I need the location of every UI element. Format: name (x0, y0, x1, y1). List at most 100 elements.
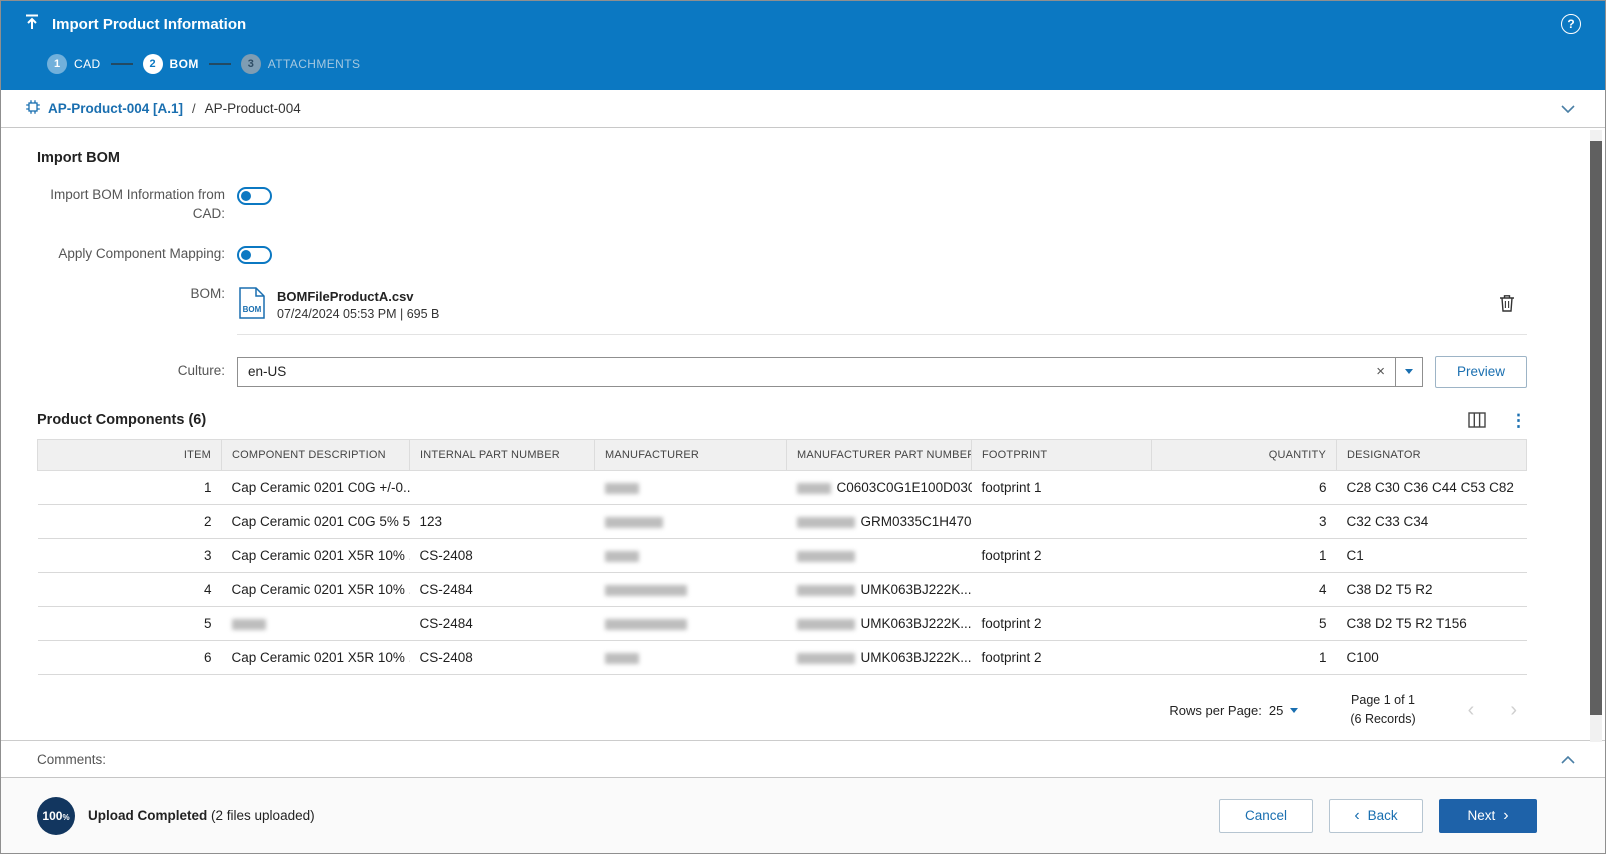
cell-description: Cap Ceramic 0201 C0G +/-0... (222, 470, 410, 504)
apply-mapping-toggle[interactable] (237, 246, 272, 264)
import-bom-form: Import BOM Information from CAD: Apply C… (37, 186, 1527, 388)
form-row-import-from-cad: Import BOM Information from CAD: (37, 186, 1527, 224)
previous-page-icon[interactable]: ‹ (1468, 700, 1475, 720)
cell-manufacturer (595, 606, 787, 640)
page-navigation: ‹ › (1468, 700, 1521, 720)
page-title: Import Product Information (52, 16, 246, 33)
progress-value: 100 (42, 809, 62, 823)
step-attachments[interactable]: 3 ATTACHMENTS (241, 54, 361, 74)
table-row[interactable]: 4 Cap Ceramic 0201 X5R 10% ... CS-2484 U… (38, 572, 1527, 606)
table-row[interactable]: 6 Cap Ceramic 0201 X5R 10% ... CS-2408 U… (38, 640, 1527, 674)
comments-section[interactable]: Comments: (1, 740, 1605, 777)
column-header-description[interactable]: COMPONENT DESCRIPTION (222, 439, 410, 470)
cell-text: C0603C0G1E100D030BA (837, 480, 972, 495)
table-row[interactable]: 1 Cap Ceramic 0201 C0G +/-0... C0603C0G1… (38, 470, 1527, 504)
import-from-cad-toggle[interactable] (237, 187, 272, 205)
column-header-item[interactable]: ITEM (38, 439, 222, 470)
redacted-text (605, 517, 663, 528)
footer-buttons: Cancel ‹Back Next › (1219, 799, 1569, 833)
cell-description (222, 606, 410, 640)
step-2-circle: 2 (143, 54, 163, 74)
back-button[interactable]: ‹Back (1329, 799, 1423, 833)
cell-item: 4 (38, 572, 222, 606)
next-page-icon[interactable]: › (1510, 700, 1517, 720)
toggle-knob (241, 191, 251, 201)
form-row-culture: Culture: × Preview (37, 356, 1527, 388)
product-components-table: ITEM COMPONENT DESCRIPTION INTERNAL PART… (37, 439, 1527, 675)
step-bom[interactable]: 2 BOM (143, 54, 199, 74)
cell-manufacturer-part-number: UMK063BJ222K... (787, 572, 972, 606)
column-header-manufacturer[interactable]: MANUFACTURER (595, 439, 787, 470)
main-content: Import BOM Import BOM Information from C… (1, 128, 1605, 740)
column-header-designator[interactable]: DESIGNATOR (1337, 439, 1527, 470)
cell-footprint: footprint 1 (972, 470, 1152, 504)
redacted-text (797, 585, 855, 596)
import-bom-title: Import BOM (37, 150, 1527, 166)
step-cad[interactable]: 1 CAD (47, 54, 101, 74)
dropdown-toggle-button[interactable] (1395, 358, 1422, 386)
comments-label: Comments: (37, 752, 106, 767)
column-header-manufacturer-part-number[interactable]: MANUFACTURER PART NUMBER (787, 439, 972, 470)
step-1-label: CAD (74, 57, 101, 71)
breadcrumb-product-link[interactable]: AP-Product-004 [A.1] (25, 99, 183, 118)
rows-per-page-selector[interactable]: Rows per Page: 25 (1169, 703, 1298, 718)
cell-quantity: 4 (1152, 572, 1337, 606)
help-icon[interactable]: ? (1561, 14, 1581, 34)
redacted-text (232, 619, 266, 630)
vertical-scrollbar[interactable] (1590, 130, 1602, 742)
upload-status-detail: (2 files uploaded) (211, 808, 315, 823)
cell-manufacturer (595, 640, 787, 674)
cell-footprint (972, 572, 1152, 606)
rows-per-page-label: Rows per Page: (1169, 703, 1262, 718)
cell-item: 1 (38, 470, 222, 504)
column-header-quantity[interactable]: QUANTITY (1152, 439, 1337, 470)
footer-bar: 100% Upload Completed (2 files uploaded)… (1, 777, 1605, 853)
redacted-text (605, 653, 639, 664)
product-components-title: Product Components (6) (37, 412, 206, 428)
import-from-cad-label: Import BOM Information from CAD: (37, 186, 225, 224)
apply-mapping-label: Apply Component Mapping: (37, 245, 225, 264)
scrollbar-thumb[interactable] (1590, 141, 1602, 715)
cell-manufacturer-part-number: UMK063BJ222K... (787, 640, 972, 674)
cell-internal-part-number (410, 470, 595, 504)
step-connector (111, 63, 133, 65)
culture-input[interactable] (238, 358, 1366, 386)
cell-quantity: 1 (1152, 640, 1337, 674)
next-button[interactable]: Next › (1439, 799, 1537, 833)
step-2-label: BOM (170, 57, 199, 71)
cancel-button[interactable]: Cancel (1219, 799, 1313, 833)
cell-designator: C100 (1337, 640, 1527, 674)
upload-status-title: Upload Completed (88, 808, 207, 823)
rows-per-page-value: 25 (1269, 703, 1283, 718)
table-row[interactable]: 5 CS-2484 UMK063BJ222K... footprint 2 5 … (38, 606, 1527, 640)
chevron-right-icon: › (1503, 808, 1508, 824)
cell-description: Cap Ceramic 0201 C0G 5% 5... (222, 504, 410, 538)
cell-manufacturer-part-number: GRM0335C1H470JA... (787, 504, 972, 538)
next-label: Next (1467, 808, 1495, 823)
redacted-text (797, 619, 855, 630)
culture-label: Culture: (37, 362, 225, 381)
upload-status: Upload Completed (2 files uploaded) (88, 808, 315, 823)
step-1-circle: 1 (47, 54, 67, 74)
records-label: (6 Records) (1350, 712, 1415, 726)
table-row[interactable]: 3 Cap Ceramic 0201 X5R 10% ... CS-2408 f… (38, 538, 1527, 572)
bom-label: BOM: (37, 285, 225, 304)
delete-file-icon[interactable] (1495, 290, 1519, 321)
column-header-footprint[interactable]: FOOTPRINT (972, 439, 1152, 470)
table-row[interactable]: 2 Cap Ceramic 0201 C0G 5% 5... 123 GRM03… (38, 504, 1527, 538)
bom-file-info: BOMFileProductA.csv 07/24/2024 05:53 PM … (277, 289, 439, 321)
chevron-down-icon (1290, 708, 1298, 713)
form-row-bom-file: BOM: BOM BOMFileProductA.csv 07/24/2024 … (37, 285, 1527, 335)
preview-button[interactable]: Preview (1435, 356, 1527, 388)
clear-icon[interactable]: × (1366, 363, 1395, 380)
more-options-icon[interactable]: ⋮ (1510, 412, 1527, 429)
cell-designator: C38 D2 T5 R2 (1337, 572, 1527, 606)
cell-internal-part-number: 123 (410, 504, 595, 538)
column-header-internal-part-number[interactable]: INTERNAL PART NUMBER (410, 439, 595, 470)
wizard-steps: 1 CAD 2 BOM 3 ATTACHMENTS (23, 47, 1583, 81)
cell-quantity: 1 (1152, 538, 1337, 572)
chevron-down-icon[interactable] (1555, 96, 1581, 122)
chevron-up-icon[interactable] (1555, 748, 1581, 771)
column-settings-icon[interactable] (1468, 412, 1486, 428)
import-product-information-window: Import Product Information ? 1 CAD 2 BOM… (0, 0, 1606, 854)
